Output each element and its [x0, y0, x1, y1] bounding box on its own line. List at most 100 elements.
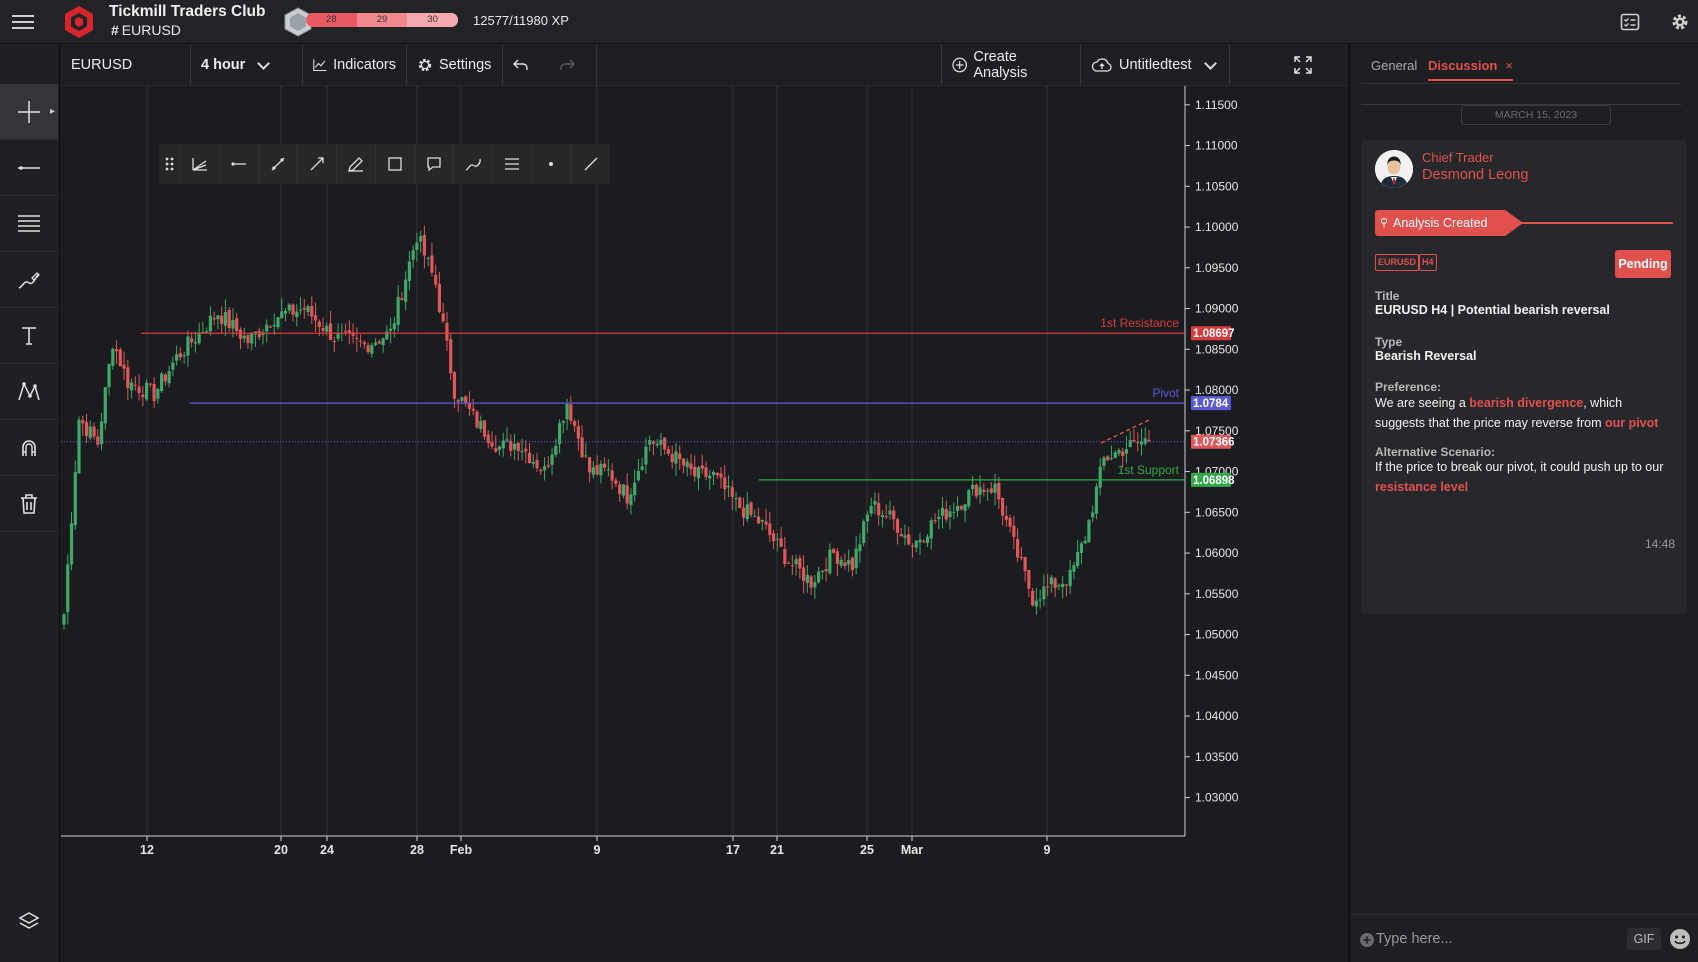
layers-tool[interactable]	[0, 894, 58, 950]
fib-levels-icon	[18, 214, 40, 232]
candle-down	[527, 452, 532, 464]
brush-tool[interactable]	[0, 252, 58, 308]
candle-down	[1106, 456, 1110, 461]
create-analysis-button[interactable]: Create Analysis	[941, 44, 1081, 86]
candle-up	[937, 516, 941, 520]
candle-up	[77, 419, 81, 474]
candlestick-chart[interactable]: 1.11500 1.11000 1.10500 1.10000 1.09500 1.090…	[61, 86, 1348, 962]
candle-up	[280, 311, 284, 319]
pivot-label: Pivot	[1152, 386, 1179, 400]
candle-down	[580, 437, 584, 458]
emoji-icon[interactable]	[1669, 928, 1691, 950]
crosshair-tool[interactable]: ▸	[0, 84, 58, 140]
ray-tool[interactable]	[220, 144, 259, 184]
candle-down	[494, 448, 498, 452]
arrow-tool[interactable]	[298, 144, 337, 184]
redo-button[interactable]	[549, 44, 597, 86]
candle-down	[133, 384, 137, 386]
callout-tool[interactable]	[415, 144, 454, 184]
checklist-icon[interactable]	[1620, 12, 1640, 32]
candle-up	[231, 320, 235, 329]
preference-label: Preference:	[1375, 380, 1442, 394]
panel-splitter[interactable]	[1348, 44, 1350, 962]
line-tool[interactable]	[571, 144, 610, 184]
trend-line-tool[interactable]	[0, 140, 58, 196]
xp-level: 28	[306, 13, 357, 27]
diagonal-line-icon	[584, 157, 597, 171]
candle-up	[88, 426, 92, 439]
candle-up	[208, 315, 213, 332]
fan-tool[interactable]	[181, 144, 220, 184]
date-label: MARCH 15, 2023	[1461, 105, 1611, 125]
add-attachment-icon[interactable]	[1359, 932, 1375, 948]
candle-down	[92, 426, 96, 437]
candle-down	[546, 465, 550, 467]
candle-down	[400, 298, 404, 300]
trendline-tool[interactable]	[259, 144, 298, 184]
candle-down	[768, 523, 772, 535]
gif-button[interactable]: GIF	[1627, 928, 1661, 950]
candle-down	[689, 463, 693, 470]
candle-down	[1121, 451, 1125, 456]
candle-up	[69, 523, 74, 565]
candle-up	[73, 472, 77, 526]
undo-button[interactable]	[503, 44, 549, 86]
candle-down	[910, 545, 915, 547]
layers-icon	[18, 912, 40, 929]
candle-down	[114, 349, 119, 352]
price-chart[interactable]: 1.11500 1.11000 1.10500 1.10000 1.09500 1.090…	[61, 86, 1348, 962]
candle-down	[625, 485, 629, 504]
author-name[interactable]: Desmond Leong	[1422, 167, 1528, 183]
text-icon	[22, 326, 36, 345]
drag-handle[interactable]	[159, 144, 181, 184]
message-input[interactable]	[1376, 927, 1606, 951]
expand-arrow-icon[interactable]: ▸	[50, 106, 55, 117]
candle-down	[449, 339, 453, 374]
text-tool[interactable]	[0, 308, 58, 364]
candle-up	[1061, 583, 1065, 588]
symbol-search[interactable]: EURUSD	[61, 44, 191, 86]
candle-down	[989, 488, 993, 493]
candle-up	[918, 539, 922, 543]
rectangle-tool[interactable]	[376, 144, 415, 184]
avatar[interactable]	[1375, 150, 1413, 188]
candle-down	[738, 497, 742, 509]
gear-icon[interactable]	[1670, 12, 1690, 32]
candle-up	[1091, 512, 1095, 518]
candle-down	[152, 383, 156, 401]
candle-down	[539, 469, 543, 472]
plot-area[interactable]	[61, 86, 1183, 836]
tab-discussion[interactable]: Discussion ×	[1428, 58, 1513, 81]
fib-tool[interactable]	[0, 196, 58, 252]
magnet-tool[interactable]	[0, 420, 58, 476]
delete-drawings-tool[interactable]	[0, 476, 58, 532]
menu-icon[interactable]	[12, 12, 34, 32]
interval-select[interactable]: 4 hour	[191, 44, 303, 86]
drawing-toolbar: ▸	[0, 44, 60, 962]
pattern-tool[interactable]	[0, 364, 58, 420]
brush-tool[interactable]	[337, 144, 376, 184]
parallel-channel-tool[interactable]	[493, 144, 532, 184]
candle-down	[535, 460, 539, 469]
indicators-button[interactable]: Indicators	[303, 44, 407, 86]
candle-up	[640, 466, 644, 470]
candle-up	[512, 443, 517, 450]
candle-up	[107, 363, 111, 388]
price-tick-label: 1.08500	[1195, 342, 1239, 356]
dot-tool[interactable]	[532, 144, 571, 184]
price-tick-label: 1.10500	[1195, 179, 1239, 193]
candle-up	[250, 333, 254, 344]
settings-button[interactable]: Settings	[407, 44, 503, 86]
candle-up	[963, 504, 967, 511]
layout-select[interactable]: Untitledtest	[1081, 44, 1230, 86]
candle-up	[242, 335, 246, 339]
fullscreen-button[interactable]	[1276, 44, 1336, 86]
tab-general[interactable]: General	[1371, 58, 1417, 73]
lightbulb-icon: ⚲	[1380, 217, 1389, 229]
path-tool[interactable]	[454, 144, 493, 184]
pending-status-button[interactable]: Pending	[1615, 250, 1671, 278]
close-icon[interactable]: ×	[1505, 58, 1513, 73]
candle-up	[873, 500, 877, 505]
candle-down	[1046, 586, 1050, 588]
crosshair-icon	[18, 100, 40, 123]
